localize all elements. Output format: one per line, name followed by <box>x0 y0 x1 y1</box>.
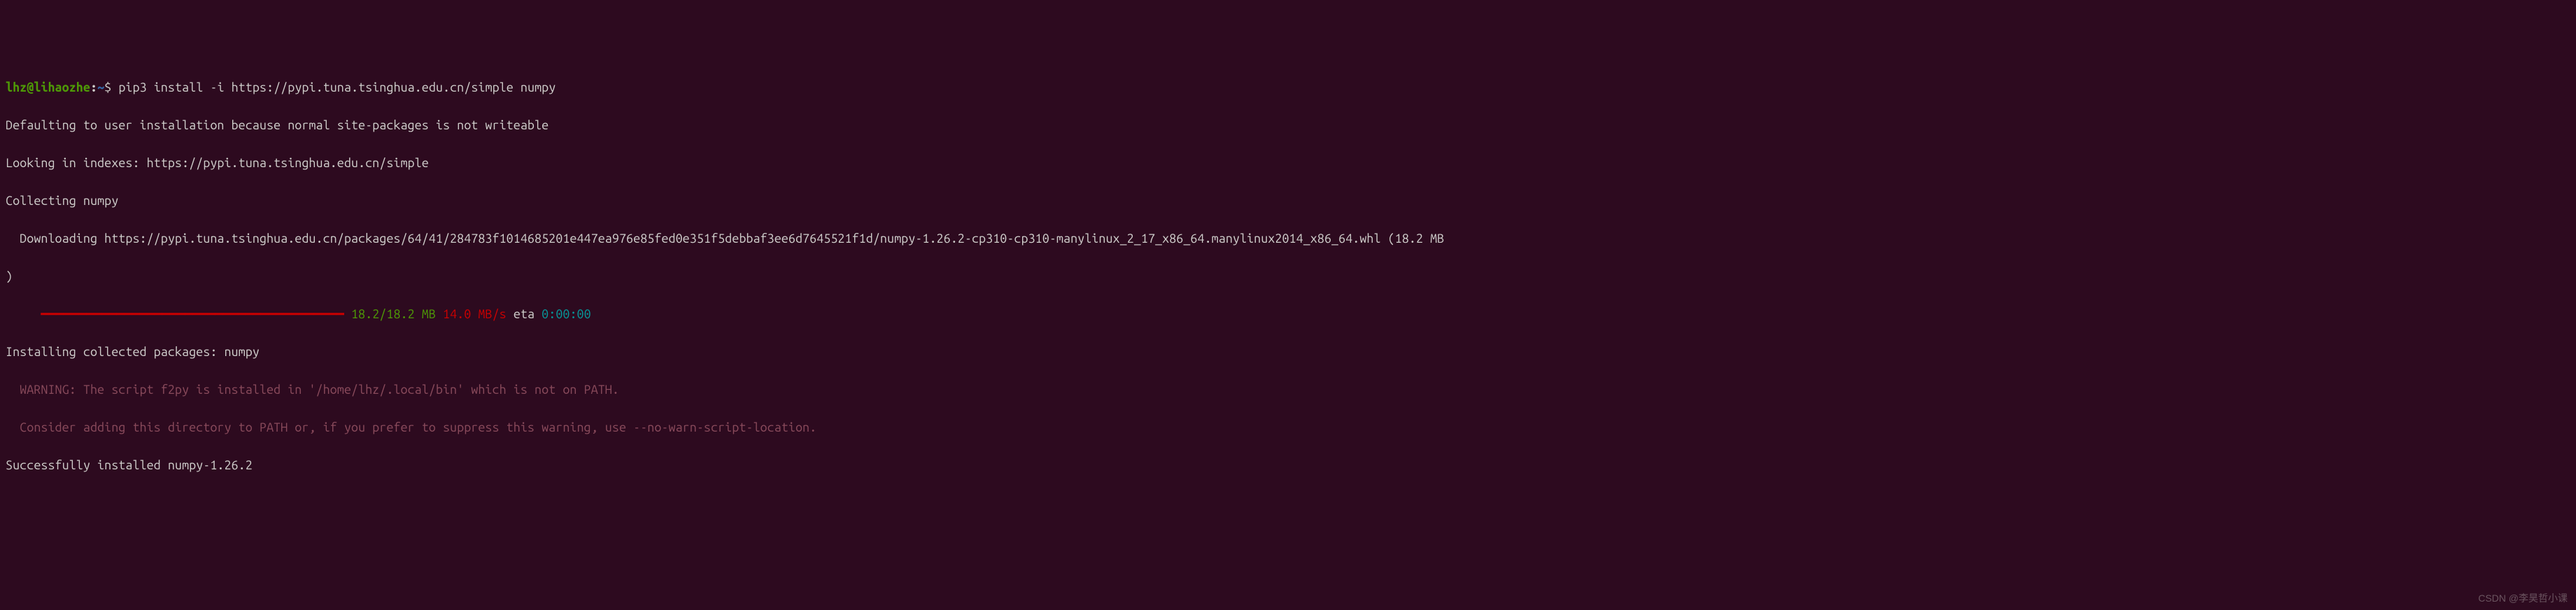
progress-time: 0:00:00 <box>542 307 591 321</box>
progress-indent <box>6 307 41 321</box>
prompt-user: lhz@lihaozhe <box>6 80 90 94</box>
warning-line: WARNING: The script f2py is installed in… <box>6 381 2570 399</box>
progress-bar: ━━━━━━━━━━━━━━━━━━━━━━━━━━━━━━━━━━━━━━━━ <box>41 307 344 321</box>
prompt-dollar: $ <box>104 80 118 94</box>
progress-size: 18.2/18.2 MB <box>344 307 436 321</box>
progress-line: ━━━━━━━━━━━━━━━━━━━━━━━━━━━━━━━━━━━━━━━━… <box>6 305 2570 324</box>
output-line: Collecting numpy <box>6 192 2570 211</box>
output-line: Looking in indexes: https://pypi.tuna.ts… <box>6 154 2570 173</box>
output-line: Downloading https://pypi.tuna.tsinghua.e… <box>6 229 2570 248</box>
prompt-colon: : <box>90 80 97 94</box>
command-text: pip3 install -i https://pypi.tuna.tsingh… <box>118 80 555 94</box>
watermark: CSDN @李昊哲小课 <box>2478 591 2568 606</box>
progress-eta-label: eta <box>507 307 542 321</box>
output-line: ) <box>6 267 2570 286</box>
prompt-path: ~ <box>97 80 104 94</box>
prompt-line: lhz@lihaozhe:~$ pip3 install -i https://… <box>6 78 2570 97</box>
progress-speed: 14.0 MB/s <box>436 307 507 321</box>
output-line: Defaulting to user installation because … <box>6 116 2570 135</box>
terminal-output[interactable]: lhz@lihaozhe:~$ pip3 install -i https://… <box>6 78 2570 475</box>
output-line: Successfully installed numpy-1.26.2 <box>6 456 2570 475</box>
output-line: Installing collected packages: numpy <box>6 343 2570 362</box>
warning-line: Consider adding this directory to PATH o… <box>6 418 2570 437</box>
